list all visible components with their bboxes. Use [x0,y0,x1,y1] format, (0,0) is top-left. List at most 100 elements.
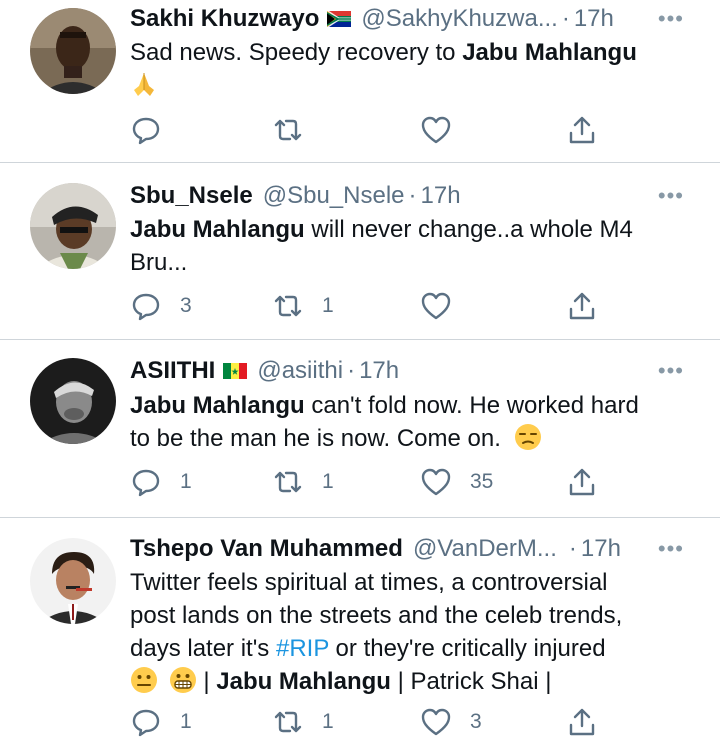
reply-icon [132,469,160,497]
avatar[interactable] [30,8,116,94]
tweet-header: Sakhi Khuzwayo @SakhyKhuzwa... · 17h [130,2,696,36]
reply-count: 1 [180,470,192,493]
retweet-icon [274,119,302,141]
share-button[interactable] [566,286,598,326]
hashtag-link[interactable]: #RIP [276,635,329,662]
reply-button[interactable]: 3 [130,286,192,326]
retweet-icon [274,711,302,733]
share-icon [569,292,595,320]
retweet-icon [274,471,302,493]
separator-dot: · [568,535,577,562]
display-name[interactable]: Tshepo Van Muhammed [130,535,403,563]
reply-icon [132,117,160,145]
like-button[interactable]: 35 [420,462,493,502]
tweet-text: Jabu Mahlangu can't fold now. He worked … [130,389,696,455]
retweet-count: 1 [322,294,334,317]
avatar[interactable] [30,183,116,269]
user-handle[interactable]: @VanDerM... [413,535,557,563]
timestamp[interactable]: 17h [359,357,399,385]
reply-count: 1 [180,710,192,733]
senegal-flag-icon [223,363,248,379]
retweet-button[interactable]: 1 [272,286,334,326]
display-name[interactable]: Sbu_Nsele [130,182,253,210]
share-icon [569,116,595,144]
neutral-face-emoji [131,667,157,693]
text-segment: can't fold now. He worked hard [304,392,639,419]
tweet[interactable]: ASIITHI @asiithi · 17h ••• Jabu Mahlangu… [0,340,720,517]
display-name[interactable]: Sakhi Khuzwayo [130,5,319,33]
user-handle[interactable]: @SakhyKhuzwa... [361,5,557,33]
reply-button[interactable]: 1 [130,462,192,502]
mention-name: Jabu Mahlangu [462,39,637,66]
text-segment: Twitter feels spiritual at times, a cont… [130,569,608,596]
text-segment: or they're critically injured [328,635,606,662]
reply-button[interactable] [130,110,162,150]
avatar[interactable] [30,538,116,624]
reply-icon [132,709,160,737]
timestamp[interactable]: 17h [421,182,461,210]
retweet-icon [274,295,302,317]
timestamp[interactable]: 17h [581,535,621,563]
more-options-icon[interactable]: ••• [658,181,684,211]
like-button[interactable]: 3 [420,702,482,742]
share-button[interactable] [566,110,598,150]
mention-name: Jabu Mahlangu [130,392,305,419]
more-options-icon[interactable]: ••• [658,4,684,34]
more-options-icon[interactable]: ••• [658,356,684,386]
like-count: 3 [470,710,482,733]
tweet-header: Sbu_Nsele @Sbu_Nsele · 17h [130,179,696,213]
like-button[interactable] [420,110,452,150]
tweet[interactable]: Sbu_Nsele @Sbu_Nsele · 17h ••• Jabu Mahl… [0,163,720,339]
tweet-feed: Sakhi Khuzwayo @SakhyKhuzwa... · 17h •••… [0,0,720,752]
tweet-actions: 1 1 3 [130,702,600,742]
tweet-text: Jabu Mahlangu will never change..a whole… [130,213,696,279]
text-segment: Sad news. Speedy recovery to [130,39,463,66]
text-segment: Bru... [130,249,188,276]
timestamp[interactable]: 17h [574,5,614,33]
reply-count: 3 [180,294,192,317]
tweet-text: Twitter feels spiritual at times, a cont… [130,566,696,698]
share-icon [569,468,595,496]
text-segment: to be the man he is now. Come on. [130,425,501,452]
user-handle[interactable]: @asiithi [257,357,343,385]
text-segment: post lands on the streets and the celeb … [130,602,623,629]
text-segment: will never change..a whole M4 [304,216,633,243]
separator-dot: · [408,182,417,209]
text-segment: | [196,668,217,695]
mention-name: Jabu Mahlangu [216,668,391,695]
more-options-icon[interactable]: ••• [658,534,684,564]
text-segment: days later it's [130,635,276,662]
tweet-actions: 1 1 35 [130,462,600,502]
heart-icon [421,292,451,320]
share-button[interactable] [566,462,598,502]
tweet[interactable]: Sakhi Khuzwayo @SakhyKhuzwa... · 17h •••… [0,0,720,162]
folded-hands-emoji [134,73,154,96]
tweet-actions [130,110,600,150]
grimacing-face-emoji [169,667,196,693]
heart-icon [421,468,451,496]
retweet-count: 1 [322,710,334,733]
separator-dot: · [347,357,356,384]
retweet-button[interactable]: 1 [272,702,334,742]
separator-dot: · [561,5,570,32]
user-handle[interactable]: @Sbu_Nsele [263,182,405,210]
tweet-header: Tshepo Van Muhammed @VanDerM... · 17h [130,532,696,566]
avatar[interactable] [30,358,116,444]
unamused-face-emoji [514,424,541,450]
reply-button[interactable]: 1 [130,702,192,742]
display-name[interactable]: ASIITHI [130,357,215,385]
tweet-header: ASIITHI @asiithi · 17h [130,354,696,388]
retweet-button[interactable]: 1 [272,462,334,502]
share-icon [569,708,595,736]
reply-icon [132,293,160,321]
like-button[interactable] [420,286,452,326]
heart-icon [421,116,451,144]
mention-name: Jabu Mahlangu [130,216,305,243]
like-count: 35 [470,470,494,493]
tweet[interactable]: Tshepo Van Muhammed @VanDerM... · 17h ••… [0,518,720,752]
tweet-text: Sad news. Speedy recovery to Jabu Mahlan… [130,36,696,102]
retweet-button[interactable] [272,110,304,150]
share-button[interactable] [566,702,598,742]
tweet-actions: 3 1 [130,286,600,326]
south-africa-flag-icon [327,11,352,27]
